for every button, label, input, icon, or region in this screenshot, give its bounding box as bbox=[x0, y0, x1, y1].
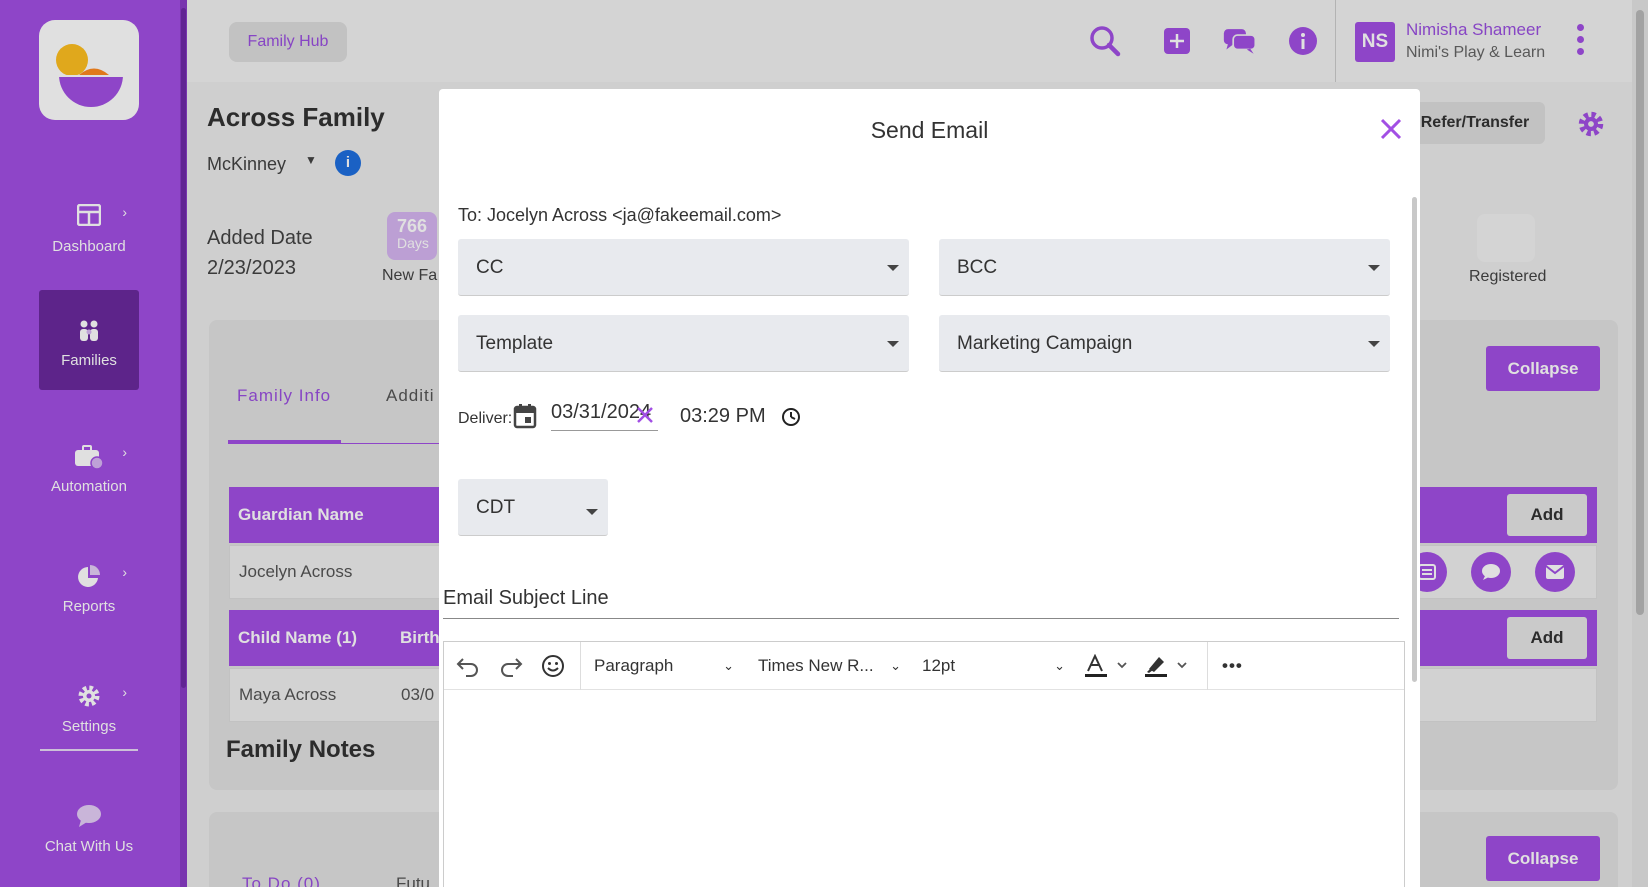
chevron-down-icon: ⌄ bbox=[890, 658, 901, 673]
email-editor[interactable]: Paragraph ⌄ Times New R... ⌄ 12pt ⌄ ••• bbox=[443, 641, 1405, 887]
chevron-down-icon: ⌄ bbox=[1054, 658, 1065, 673]
template-label: Template bbox=[476, 333, 554, 354]
toolbar-divider bbox=[580, 642, 581, 690]
cc-select[interactable]: CC bbox=[458, 239, 909, 296]
caret-down-icon bbox=[1368, 341, 1380, 347]
font-size-select[interactable]: 12pt ⌄ bbox=[922, 642, 1065, 690]
template-select[interactable]: Template bbox=[458, 315, 909, 372]
calendar-icon[interactable] bbox=[513, 403, 537, 434]
deliver-label: Deliver: bbox=[458, 410, 513, 427]
caret-down-icon bbox=[887, 341, 899, 347]
emoji-icon[interactable] bbox=[541, 642, 565, 690]
modal-title: Send Email bbox=[870, 117, 989, 143]
highlight-color-icon[interactable] bbox=[1144, 642, 1192, 690]
subject-input[interactable]: Email Subject Line bbox=[443, 587, 1399, 619]
clock-icon[interactable] bbox=[781, 407, 801, 432]
caret-down-icon bbox=[887, 265, 899, 271]
more-options-icon[interactable]: ••• bbox=[1222, 642, 1243, 690]
bcc-select[interactable]: BCC bbox=[939, 239, 1390, 296]
block-format-label: Paragraph bbox=[594, 656, 674, 675]
font-size-label: 12pt bbox=[922, 656, 956, 675]
bcc-label: BCC bbox=[957, 257, 998, 278]
undo-icon[interactable] bbox=[456, 642, 480, 690]
modal-scrollbar[interactable] bbox=[1411, 189, 1418, 887]
deliver-time[interactable]: 03:29 PM bbox=[680, 405, 766, 428]
block-format-select[interactable]: Paragraph ⌄ bbox=[594, 642, 734, 690]
clear-date-icon[interactable] bbox=[635, 405, 655, 430]
chevron-down-icon: ⌄ bbox=[723, 658, 734, 673]
send-email-modal: Send Email To: Jocelyn Across <ja@fakeem… bbox=[439, 89, 1420, 887]
font-family-select[interactable]: Times New R... ⌄ bbox=[758, 642, 901, 690]
editor-toolbar: Paragraph ⌄ Times New R... ⌄ 12pt ⌄ ••• bbox=[444, 642, 1404, 690]
cc-label: CC bbox=[476, 257, 504, 278]
toolbar-divider bbox=[1207, 642, 1208, 690]
close-icon[interactable] bbox=[1379, 117, 1403, 141]
campaign-label: Marketing Campaign bbox=[957, 333, 1133, 354]
timezone-select[interactable]: CDT bbox=[458, 479, 608, 536]
text-color-icon[interactable] bbox=[1084, 642, 1132, 690]
caret-down-icon bbox=[586, 509, 598, 515]
recipient-line: To: Jocelyn Across <ja@fakeemail.com> bbox=[458, 205, 782, 225]
timezone-label: CDT bbox=[476, 497, 516, 518]
redo-icon[interactable] bbox=[499, 642, 523, 690]
font-family-label: Times New R... bbox=[758, 656, 874, 675]
campaign-select[interactable]: Marketing Campaign bbox=[939, 315, 1390, 372]
caret-down-icon bbox=[1368, 265, 1380, 271]
